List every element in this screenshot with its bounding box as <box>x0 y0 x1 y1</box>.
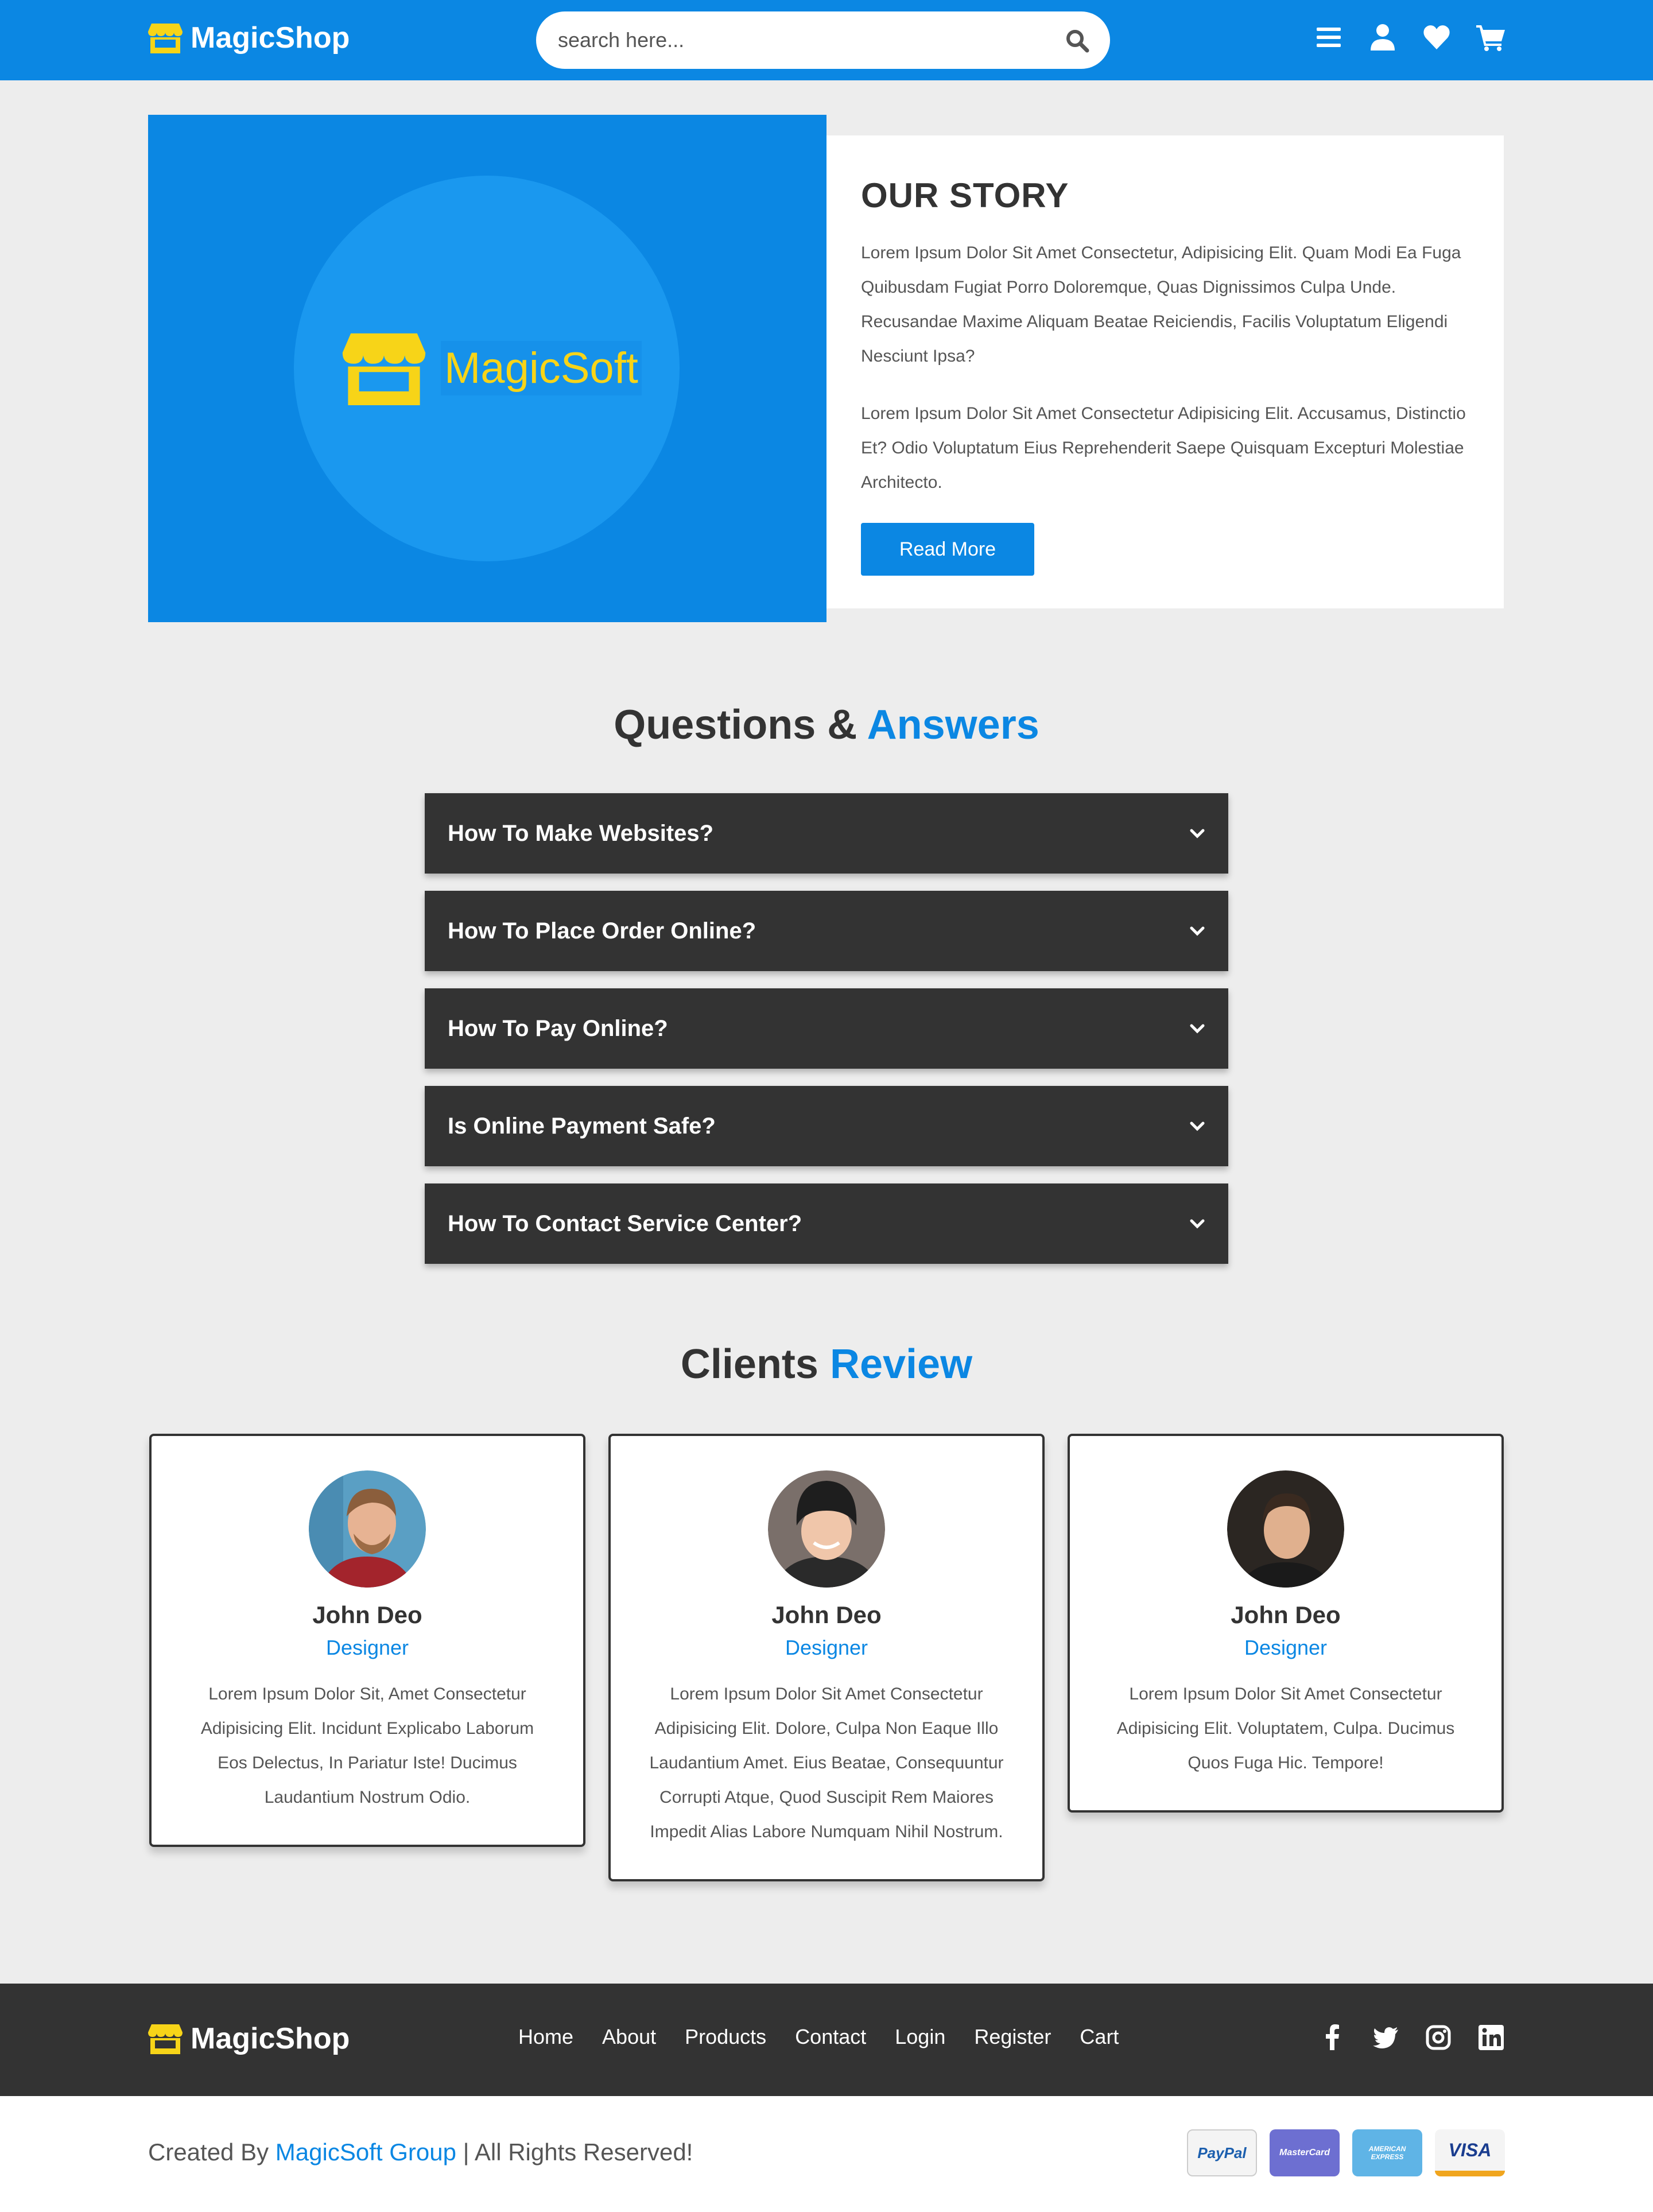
faq-question: How To Place Order Online? <box>448 918 756 944</box>
footer-nav: Home About Products Contact Login Regist… <box>518 2025 1119 2049</box>
reviews-heading-main: Clients <box>680 1341 818 1387</box>
paypal-label: PayPal <box>1197 2144 1247 2161</box>
twitter-icon[interactable] <box>1372 2024 1399 2051</box>
review-text: Lorem Ipsum Dolor Sit Amet Consectetur A… <box>1116 1685 1455 1772</box>
reviews-heading-accent: Review <box>829 1341 973 1387</box>
faq-item[interactable]: How To Pay Online? <box>425 988 1228 1069</box>
credit-prefix: Created By <box>148 2139 269 2166</box>
chevron-down-icon <box>1190 1121 1205 1131</box>
paypal-icon: PayPal <box>1187 2129 1257 2176</box>
review-card: John Deo Designer Lorem Ipsum Dolor Sit … <box>1068 1434 1504 1813</box>
faq-item[interactable]: How To Contact Service Center? <box>425 1183 1228 1264</box>
brand-name: MagicShop <box>191 21 350 55</box>
faq-item[interactable]: How To Make Websites? <box>425 793 1228 874</box>
menu-icon[interactable] <box>1314 23 1343 52</box>
review-text: Lorem Ipsum Dolor Sit Amet Consectetur A… <box>649 1685 1004 1841</box>
story-image: MagicSoft <box>148 115 826 622</box>
footer-brand-name: MagicShop <box>191 2022 350 2055</box>
search-bar <box>536 11 1110 69</box>
footer-link-products[interactable]: Products <box>685 2025 766 2049</box>
footer-link-home[interactable]: Home <box>518 2025 573 2049</box>
payment-methods: PayPal MasterCard AMERICAN EXPRESS VISA <box>1187 2129 1505 2176</box>
instagram-icon[interactable] <box>1425 2024 1452 2051</box>
social-links <box>1319 2024 1505 2051</box>
amex-label: AMERICAN EXPRESS <box>1368 2145 1406 2161</box>
chevron-down-icon <box>1190 1219 1205 1229</box>
faq-question: How To Make Websites? <box>448 820 714 846</box>
avatar <box>1227 1470 1344 1588</box>
avatar <box>768 1470 885 1588</box>
credit-suffix: | All Rights Reserved! <box>463 2139 693 2166</box>
credit-text: Created By MagicSoft Group | All Rights … <box>148 2139 693 2166</box>
mastercard-label: MasterCard <box>1279 2148 1330 2157</box>
faq-question: How To Pay Online? <box>448 1015 668 1041</box>
visa-icon: VISA <box>1435 2129 1505 2176</box>
mastercard-icon: MasterCard <box>1270 2129 1340 2176</box>
story-paragraph: Lorem Ipsum Dolor Sit Amet Consectetur, … <box>861 243 1461 366</box>
faq-heading: Questions & Answers <box>0 701 1653 748</box>
avatar <box>309 1470 426 1588</box>
footer-link-about[interactable]: About <box>602 2025 656 2049</box>
read-more-button[interactable]: Read More <box>861 523 1034 576</box>
reviewer-role: Designer <box>1244 1636 1328 1659</box>
faq-heading-accent: Answers <box>867 702 1039 748</box>
chevron-down-icon <box>1190 829 1205 839</box>
linkedin-icon[interactable] <box>1477 2024 1505 2051</box>
chevron-down-icon <box>1190 1024 1205 1034</box>
shop-icon <box>148 2024 183 2054</box>
faq-heading-main: Questions & <box>614 702 857 748</box>
review-card: John Deo Designer Lorem Ipsum Dolor Sit … <box>608 1434 1045 1881</box>
chevron-down-icon <box>1190 926 1205 936</box>
amex-icon: AMERICAN EXPRESS <box>1352 2129 1422 2176</box>
top-navbar: MagicShop <box>0 0 1653 80</box>
footer-link-contact[interactable]: Contact <box>795 2025 866 2049</box>
visa-label: VISA <box>1448 2139 1492 2160</box>
story-paragraph: Lorem Ipsum Dolor Sit Amet Consectetur A… <box>861 404 1466 492</box>
logo-text: MagicSoft <box>441 340 642 395</box>
reviewer-role: Designer <box>785 1636 868 1659</box>
faq-item[interactable]: How To Place Order Online? <box>425 891 1228 971</box>
review-card: John Deo Designer Lorem Ipsum Dolor Sit,… <box>149 1434 585 1847</box>
story-content: OUR STORY Lorem Ipsum Dolor Sit Amet Con… <box>826 135 1504 608</box>
footer-link-cart[interactable]: Cart <box>1080 2025 1119 2049</box>
search-input[interactable] <box>558 11 1046 69</box>
shop-icon <box>148 24 183 53</box>
faq-question: How To Contact Service Center? <box>448 1210 802 1236</box>
header-actions <box>1314 23 1505 52</box>
reviewer-role: Designer <box>325 1636 409 1659</box>
reviews-heading: Clients Review <box>0 1341 1653 1388</box>
facebook-icon[interactable] <box>1319 2024 1347 2051</box>
brand-logo[interactable]: MagicShop <box>148 21 350 55</box>
shop-icon <box>342 333 426 405</box>
reviewer-name: John Deo <box>1231 1601 1341 1628</box>
footer-link-register[interactable]: Register <box>974 2025 1051 2049</box>
cart-icon[interactable] <box>1476 23 1505 52</box>
faq-item[interactable]: Is Online Payment Safe? <box>425 1086 1228 1166</box>
faq-list: How To Make Websites? How To Place Order… <box>425 793 1228 1281</box>
footer: MagicShop Home About Products Contact Lo… <box>0 1984 1653 2096</box>
credit-link[interactable]: MagicSoft Group <box>276 2139 456 2166</box>
user-icon[interactable] <box>1368 23 1397 52</box>
footer-link-login[interactable]: Login <box>895 2025 945 2049</box>
heart-icon[interactable] <box>1422 23 1451 52</box>
search-icon[interactable] <box>1065 29 1089 53</box>
review-text: Lorem Ipsum Dolor Sit, Amet Consectetur … <box>200 1685 534 1807</box>
footer-brand-logo[interactable]: MagicShop <box>148 2021 350 2056</box>
faq-question: Is Online Payment Safe? <box>448 1113 716 1139</box>
reviewer-name: John Deo <box>771 1601 882 1628</box>
magicsoft-logo: MagicSoft <box>340 331 642 405</box>
reviewer-name: John Deo <box>312 1601 422 1628</box>
copyright-bar: Created By MagicSoft Group | All Rights … <box>0 2096 1653 2212</box>
story-title: OUR STORY <box>861 176 1069 215</box>
